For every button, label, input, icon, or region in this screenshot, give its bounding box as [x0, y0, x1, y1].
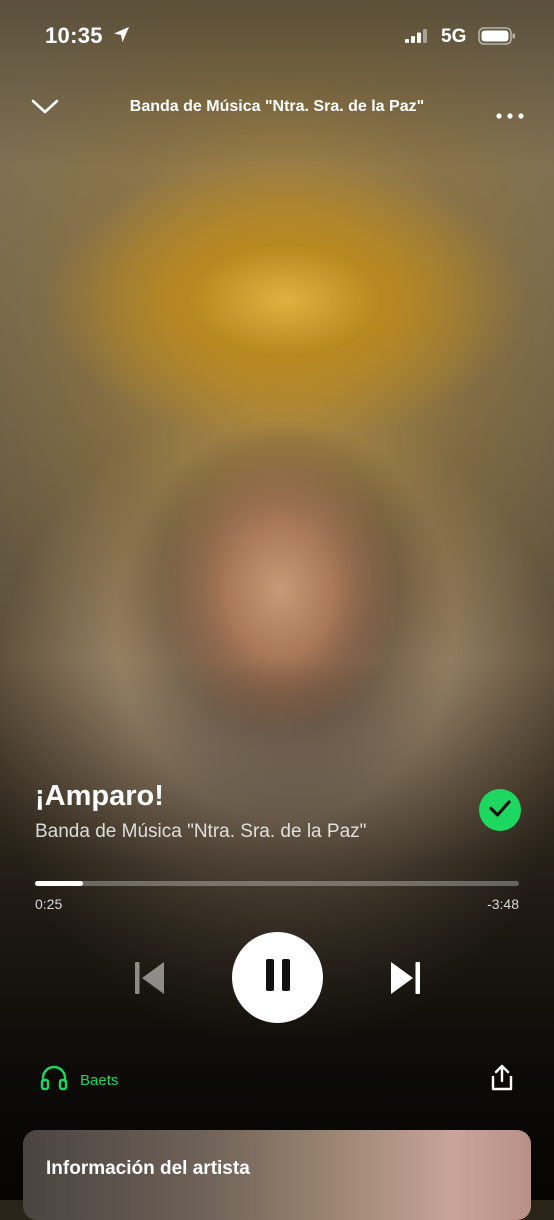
next-button[interactable] [387, 960, 423, 1001]
status-time: 10:35 [45, 23, 103, 48]
signal-icon [405, 29, 428, 48]
headphones-icon [40, 1065, 68, 1096]
pause-icon [263, 958, 293, 997]
connected-device[interactable]: Baets [40, 1065, 118, 1096]
artist-info-title: Información del artista [46, 1158, 250, 1179]
network-type: 5G [441, 26, 467, 47]
share-icon [489, 1064, 515, 1096]
location-arrow-icon [113, 26, 130, 48]
previous-button[interactable] [132, 960, 168, 1001]
battery-icon [478, 26, 516, 51]
elapsed-time: 0:25 [35, 896, 63, 912]
liked-button[interactable] [479, 789, 521, 831]
track-title: ¡Amparo! [35, 780, 164, 812]
header-title: Banda de Música "Ntra. Sra. de la Paz" [129, 98, 425, 115]
share-button[interactable] [489, 1064, 515, 1097]
progress-fill [35, 881, 84, 886]
chevron-down-icon[interactable] [30, 96, 60, 121]
track-artist[interactable]: Banda de Música "Ntra. Sra. de la Paz" [35, 821, 366, 843]
player-header: Banda de Música "Ntra. Sra. de la Paz" [0, 88, 554, 128]
previous-icon [132, 962, 168, 1000]
remaining-time: -3:48 [487, 896, 519, 912]
artist-info-card[interactable]: Información del artista [23, 1130, 531, 1220]
status-bar: 10:35 5G [0, 0, 554, 72]
next-icon [387, 962, 423, 1000]
more-icon[interactable] [496, 106, 524, 124]
check-icon [488, 798, 512, 823]
pause-button[interactable] [232, 932, 323, 1023]
device-label: Baets [80, 1072, 119, 1089]
progress-bar[interactable] [35, 881, 519, 886]
